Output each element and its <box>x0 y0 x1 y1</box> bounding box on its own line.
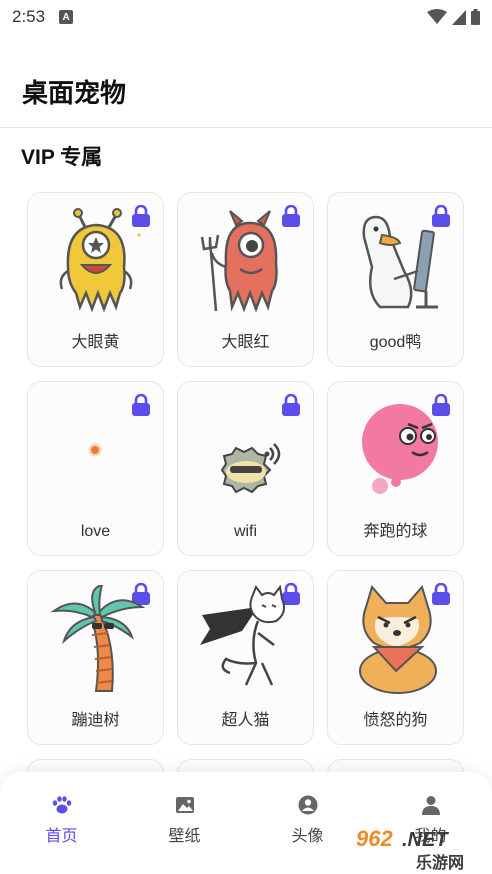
tab-home[interactable]: 首页 <box>0 794 123 874</box>
pet-card-running-ball[interactable]: 奔跑的球 <box>327 381 464 556</box>
pet-name: 奔跑的球 <box>363 523 428 540</box>
pet-card-big-eye-yellow[interactable]: 大眼黄 <box>27 192 164 367</box>
svg-text:962: 962 <box>356 826 393 851</box>
pet-grid: 大眼黄 大眼红 good鸭 love wifi 奔跑的球 蹦迪树 超人猫 愤怒的… <box>27 192 467 789</box>
pet-name: wifi <box>233 523 258 540</box>
tab-wallpaper[interactable]: 壁纸 <box>123 794 246 874</box>
tab-label: 头像 <box>291 828 324 845</box>
pet-name: love <box>80 523 111 540</box>
angry-shiba-dog-icon <box>359 585 437 694</box>
tab-label: 壁纸 <box>168 828 201 845</box>
svg-text:乐游网: 乐游网 <box>416 853 464 872</box>
avatar-circle-icon <box>298 795 317 815</box>
small-orange-dot-icon <box>88 443 102 457</box>
tab-avatar[interactable]: 头像 <box>246 794 369 874</box>
pet-name: 大眼黄 <box>71 334 120 351</box>
page-title: 桌面宠物 <box>22 77 127 108</box>
pet-name: 超人猫 <box>221 712 270 729</box>
pet-card-love[interactable]: love <box>27 381 164 556</box>
pet-card-wifi[interactable]: wifi <box>177 381 314 556</box>
pink-ball-face-icon <box>362 404 438 494</box>
pet-name: 愤怒的狗 <box>363 712 428 729</box>
wifi-fuzzball-icon <box>220 443 281 494</box>
pet-card-super-cat[interactable]: 超人猫 <box>177 570 314 745</box>
palm-tree-sunglasses-icon <box>50 585 146 692</box>
cell-signal-icon <box>452 9 466 25</box>
svg-text:.NET: .NET <box>402 829 449 851</box>
pet-name: 蹦迪树 <box>71 712 120 729</box>
section-title: VIP 专属 <box>21 146 103 169</box>
image-icon <box>175 797 194 813</box>
red-one-eyed-devil-octopus-icon <box>200 210 278 313</box>
tab-label: 首页 <box>45 828 78 845</box>
pet-name: 大眼红 <box>221 334 270 351</box>
superhero-cat-icon <box>200 585 285 686</box>
watermark-logo: 962 .NET 乐游网 <box>356 826 464 872</box>
yellow-one-eyed-monster-icon <box>59 208 141 313</box>
paw-icon <box>52 796 71 814</box>
a-icon: A <box>59 10 74 24</box>
pet-name: good鸭 <box>369 334 422 351</box>
app-header: 桌面宠物 <box>0 56 492 126</box>
battery-icon <box>471 9 480 25</box>
pet-card-good-duck[interactable]: good鸭 <box>327 192 464 367</box>
status-icons <box>427 9 480 25</box>
person-icon <box>421 796 440 815</box>
pet-card-angry-dog[interactable]: 愤怒的狗 <box>327 570 464 745</box>
header-divider <box>0 127 492 128</box>
duck-at-computer-icon <box>362 215 438 309</box>
pet-card-disco-tree[interactable]: 蹦迪树 <box>27 570 164 745</box>
status-time: 2:53 <box>12 7 46 26</box>
status-bar: 2:53 A <box>0 0 492 34</box>
wifi-signal-icon <box>427 9 447 24</box>
pet-card-big-eye-red[interactable]: 大眼红 <box>177 192 314 367</box>
